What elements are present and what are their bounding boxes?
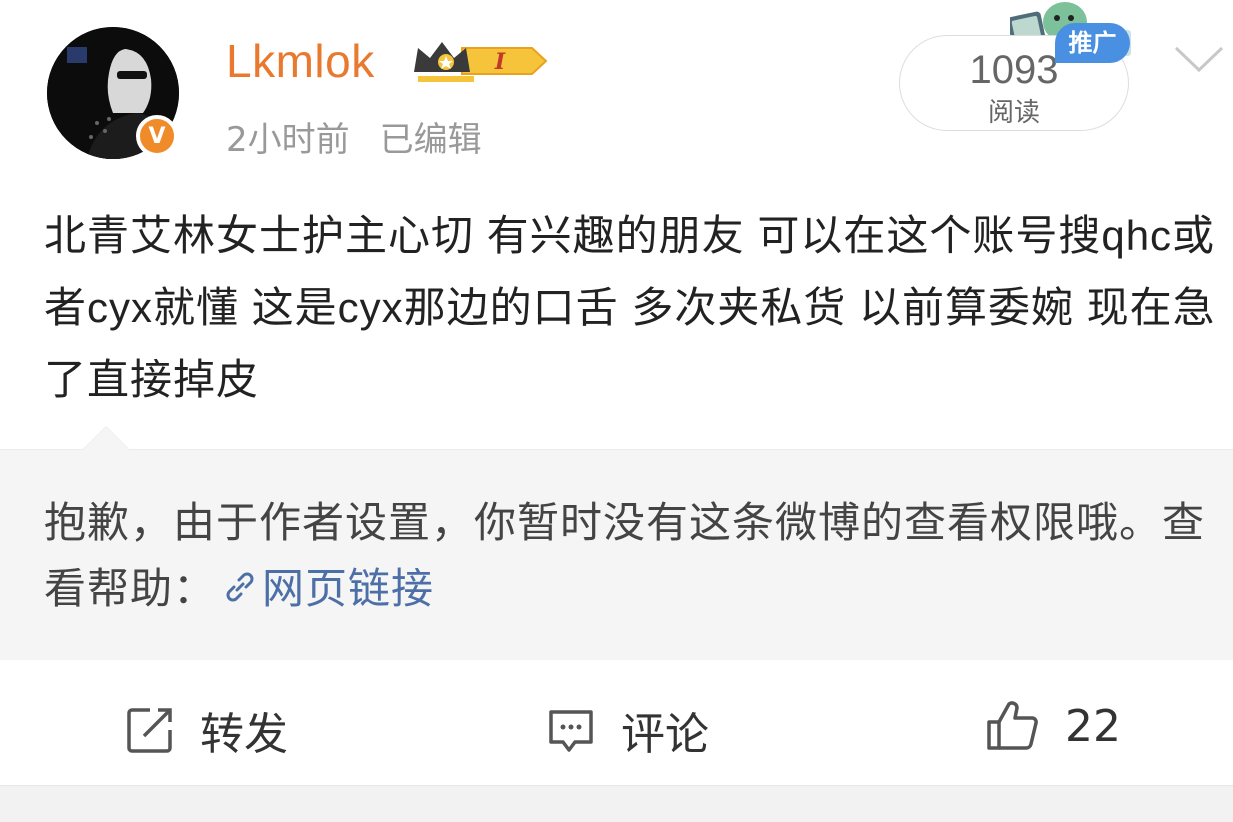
promo-tag[interactable]: 推广	[1055, 23, 1130, 63]
notice-text: 抱歉，由于作者设置，你暂时没有这条微博的查看权限哦。查看帮助： 网页链接	[44, 490, 1224, 622]
chevron-down-icon[interactable]	[1174, 44, 1224, 78]
comment-icon	[549, 710, 593, 752]
level-badge-label: I	[494, 49, 506, 75]
like-button[interactable]: 22	[985, 698, 1121, 754]
repost-label: 转发	[200, 709, 288, 760]
post-text: 北青艾林女士护主心切 有兴趣的朋友 可以在这个账号搜qhc或者cyx就懂 这是c…	[44, 212, 1216, 403]
bottom-divider	[0, 785, 1233, 822]
action-bar: 转发 评论 22	[0, 660, 1233, 785]
verified-icon: V	[136, 115, 178, 157]
thumbs-up-icon	[987, 701, 1038, 750]
repost-button[interactable]: 转发	[124, 698, 288, 762]
notice-pointer	[82, 426, 130, 450]
post-time: 2小时前	[226, 120, 350, 160]
web-link[interactable]: 网页链接	[216, 564, 434, 613]
web-link-label: 网页链接	[262, 564, 435, 613]
comment-button[interactable]: 评论	[545, 698, 709, 762]
member-crown-icon[interactable]: I	[410, 36, 550, 90]
like-count: 22	[1065, 700, 1121, 752]
restricted-notice: 抱歉，由于作者设置，你暂时没有这条微博的查看权限哦。查看帮助： 网页链接	[0, 426, 1233, 660]
read-label: 阅读	[987, 98, 1040, 128]
link-icon	[226, 572, 254, 602]
edited-label: 已编辑	[379, 120, 482, 160]
username[interactable]: Lkmlok	[226, 34, 375, 88]
repost-icon	[127, 708, 172, 753]
post-meta: 2小时前 已编辑	[226, 112, 512, 161]
comment-label: 评论	[621, 709, 709, 760]
